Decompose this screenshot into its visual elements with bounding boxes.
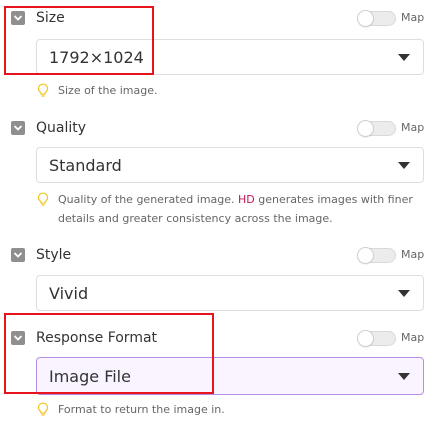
- style-select[interactable]: Vivid: [36, 275, 424, 311]
- quality-hint: Quality of the generated image. HD gener…: [58, 190, 430, 228]
- toggle-knob: [357, 10, 374, 27]
- collapse-chevron-icon[interactable]: [11, 121, 25, 135]
- style-label: Style: [36, 247, 72, 263]
- settings-panel: Size Map 1792×1024 Size of the image. Qu…: [0, 0, 435, 433]
- dropdown-caret-icon: [398, 162, 410, 169]
- style-map-label: Map: [401, 248, 425, 261]
- quality-map-toggle[interactable]: [357, 120, 396, 137]
- quality-hint-text-cont: generates images with finer: [254, 193, 413, 206]
- quality-map-label: Map: [401, 121, 425, 134]
- collapse-chevron-icon[interactable]: [11, 248, 25, 262]
- lightbulb-icon: [37, 402, 49, 416]
- size-hint-text: Size of the image.: [58, 84, 158, 97]
- style-select-value: Vivid: [49, 283, 89, 303]
- chevron-down-icon: [13, 252, 23, 258]
- size-hint: Size of the image.: [58, 81, 157, 100]
- style-map-toggle[interactable]: [357, 247, 396, 264]
- toggle-knob: [357, 247, 374, 264]
- dropdown-caret-icon: [398, 54, 410, 61]
- chevron-down-icon: [13, 125, 23, 131]
- quality-hint-text: Quality of the generated image.: [58, 193, 239, 206]
- highlight-box-response-format: [4, 313, 214, 394]
- quality-label: Quality: [36, 120, 87, 136]
- dropdown-caret-icon: [398, 290, 410, 297]
- response-format-hint: Format to return the image in.: [58, 400, 225, 419]
- highlight-box-size: [4, 6, 154, 75]
- toggle-knob: [357, 330, 374, 347]
- lightbulb-icon: [37, 83, 49, 97]
- size-map-toggle[interactable]: [357, 10, 396, 27]
- hd-keyword: HD: [238, 193, 255, 206]
- quality-hint-line2: details and greater consistency across t…: [58, 212, 333, 225]
- lightbulb-icon: [37, 192, 49, 206]
- toggle-knob: [357, 120, 374, 137]
- quality-select-value: Standard: [49, 155, 122, 175]
- quality-select[interactable]: Standard: [36, 147, 424, 183]
- size-map-label: Map: [401, 11, 425, 24]
- response-format-map-label: Map: [401, 331, 425, 344]
- dropdown-caret-icon: [398, 373, 410, 380]
- response-format-map-toggle[interactable]: [357, 330, 396, 347]
- response-format-hint-text: Format to return the image in.: [58, 403, 225, 416]
